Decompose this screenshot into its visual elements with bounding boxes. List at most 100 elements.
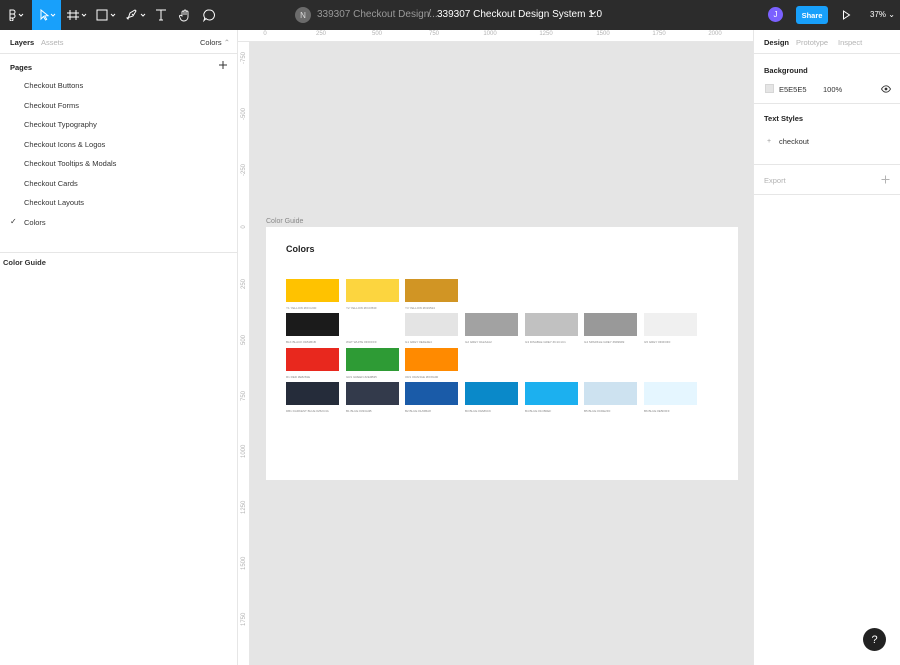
ruler-label: 750 — [428, 31, 440, 37]
tab-inspect[interactable]: Inspect — [838, 38, 862, 47]
swatch-caption: Y1 YELLOW #FFC200 — [286, 306, 317, 310]
ruler-label: 1750 — [652, 31, 666, 37]
background-color-chip[interactable] — [765, 84, 774, 93]
color-swatch[interactable]: B3 BLUE #0A89C9 — [465, 382, 518, 413]
color-swatch[interactable]: Y2 YELLOW #FCD53F — [346, 279, 399, 310]
team-file-name[interactable]: 339307 Checkout Design... — [317, 9, 438, 20]
pages-heading: Pages — [10, 63, 33, 72]
color-guide-frame[interactable]: Colors Y1 YELLOW #FFC200 Y2 YELLOW #FCD53… — [266, 227, 738, 480]
tab-prototype[interactable]: Prototype — [796, 38, 828, 47]
eye-icon[interactable] — [880, 85, 892, 95]
background-heading: Background — [764, 66, 808, 75]
swatch-caption: GR1 GREEN #2E9B35 — [346, 375, 377, 379]
color-swatch[interactable]: B5 BLUE #CDE2F0 — [584, 382, 637, 413]
ruler-label: 1250 — [539, 31, 553, 37]
color-swatch[interactable]: G3 DISABLE GREY #C1C1C1 — [525, 313, 578, 344]
text-tool-icon[interactable] — [152, 0, 170, 30]
swatch-caption: B1 BLUE #333A4B — [346, 409, 372, 413]
divider — [0, 252, 238, 253]
color-swatch[interactable]: G5 GREY #F0F0F0 — [644, 313, 697, 344]
page-item[interactable]: Checkout Icons & Logos — [0, 136, 238, 154]
share-button[interactable]: Share — [796, 6, 828, 24]
swatch-chip — [346, 279, 399, 302]
color-swatch[interactable]: R1 RED #E8281E — [286, 348, 339, 379]
swatch-caption: B6 BLUE #E5F6FF — [644, 409, 670, 413]
comment-tool-icon[interactable] — [200, 0, 218, 30]
ruler-label: 250 — [241, 278, 247, 289]
page-item[interactable]: Checkout Forms — [0, 97, 238, 115]
page-item[interactable]: Checkout Layouts — [0, 194, 238, 212]
page-item-label: Colors — [24, 217, 46, 227]
help-button[interactable]: ? — [863, 628, 886, 651]
user-avatar[interactable]: J — [768, 7, 783, 22]
ruler-label: 1000 — [241, 444, 247, 458]
left-panel: Layers Assets Colors ⌃ Pages Checkout Bu… — [0, 30, 238, 665]
color-swatch[interactable]: G2 GREY #A2A2A2 — [465, 313, 518, 344]
color-swatch[interactable]: WHT WHITE #FFFFFF — [346, 313, 399, 344]
vertical-ruler: -750 -500 -250 0 250 500 750 1000 1250 1500 1750 — [238, 42, 250, 665]
tab-assets[interactable]: Assets — [41, 38, 64, 47]
color-swatch[interactable]: Y3 YELLOW #D19524 — [405, 279, 458, 310]
horizontal-ruler: 0 250 500 750 1000 1250 1500 1750 2000 — [238, 30, 753, 42]
text-styles-heading: Text Styles — [764, 114, 804, 123]
page-item[interactable]: Checkout Typography — [0, 116, 238, 134]
rectangle-tool-icon[interactable] — [93, 0, 121, 30]
file-name[interactable]: 339307 Checkout Design System 1.0 — [437, 9, 602, 20]
layer-item-color-guide[interactable]: Color Guide — [3, 258, 46, 267]
swatch-chip — [584, 382, 637, 405]
color-swatch[interactable]: G1 GREY #E4E4E4 — [405, 313, 458, 344]
page-item[interactable]: Checkout Tooltips & Modals — [0, 155, 238, 173]
ruler-label: 1750 — [241, 612, 247, 626]
frame-label[interactable]: Color Guide — [266, 218, 303, 225]
color-swatch[interactable]: GR1 GREEN #2E9B35 — [346, 348, 399, 379]
page-item[interactable]: Checkout Buttons — [0, 77, 238, 95]
figma-menu-icon[interactable] — [0, 0, 32, 30]
pen-tool-icon[interactable] — [123, 0, 151, 30]
swatch-chip — [644, 382, 697, 405]
ruler-label: 500 — [241, 334, 247, 345]
page-item[interactable]: Checkout Cards — [0, 175, 238, 193]
current-page-select[interactable]: Colors ⌃ — [200, 38, 230, 47]
swatch-chip — [286, 313, 339, 336]
page-item[interactable]: ✓ Colors — [0, 214, 238, 232]
color-swatch[interactable]: BLK BLACK #1B1B1B — [286, 313, 339, 344]
swatch-chip — [405, 348, 458, 371]
color-swatch[interactable]: OR1 ORANGE #FF8A00 — [405, 348, 458, 379]
color-swatch[interactable]: Y1 YELLOW #FFC200 — [286, 279, 339, 310]
background-hex-input[interactable]: E5E5E5 — [779, 85, 807, 94]
team-avatar[interactable]: N — [295, 7, 311, 23]
swatch-chip — [405, 279, 458, 302]
tab-layers[interactable]: Layers — [10, 38, 34, 47]
breadcrumb-separator: / — [428, 8, 432, 20]
ruler-label: 1500 — [596, 31, 610, 37]
color-swatch[interactable]: B6 BLUE #E5F6FF — [644, 382, 697, 413]
frame-tool-icon[interactable] — [63, 0, 91, 30]
ruler-label: 750 — [241, 390, 247, 401]
swatch-caption: DB1 DARKEST BLUE #252C3A — [286, 409, 329, 413]
chevron-down-icon[interactable] — [589, 9, 597, 19]
swatch-chip — [405, 313, 458, 336]
background-opacity-input[interactable]: 100% — [823, 85, 842, 94]
text-styles-section: Text Styles — [754, 104, 900, 165]
swatch-caption: Y3 YELLOW #D19524 — [405, 306, 435, 310]
color-swatch[interactable]: G4 SPARKLE GREY #999999 — [584, 313, 637, 344]
page-item-label: Checkout Buttons — [24, 81, 84, 90]
ruler-label: 1250 — [241, 500, 247, 514]
text-style-checkout[interactable]: checkout — [779, 137, 809, 146]
add-export-icon[interactable] — [881, 175, 890, 184]
swatch-caption: G2 GREY #A2A2A2 — [465, 340, 492, 344]
tab-design[interactable]: Design — [764, 38, 789, 47]
swatch-chip — [286, 279, 339, 302]
hand-tool-icon[interactable] — [176, 0, 194, 30]
zoom-level[interactable]: 37% ⌄ — [870, 10, 895, 19]
present-play-icon[interactable] — [840, 9, 852, 21]
color-swatch[interactable]: DB1 DARKEST BLUE #252C3A — [286, 382, 339, 413]
color-swatch[interactable]: B2 BLUE #1A5BA8 — [405, 382, 458, 413]
export-section: Export — [754, 165, 900, 195]
add-page-icon[interactable] — [218, 60, 228, 70]
color-swatch[interactable]: B4 BLUE #1CB0EF — [525, 382, 578, 413]
move-tool-icon[interactable] — [32, 0, 61, 30]
swatch-chip — [346, 348, 399, 371]
color-swatch[interactable]: B1 BLUE #333A4B — [346, 382, 399, 413]
right-panel-tabs: Design Prototype Inspect — [754, 30, 900, 54]
